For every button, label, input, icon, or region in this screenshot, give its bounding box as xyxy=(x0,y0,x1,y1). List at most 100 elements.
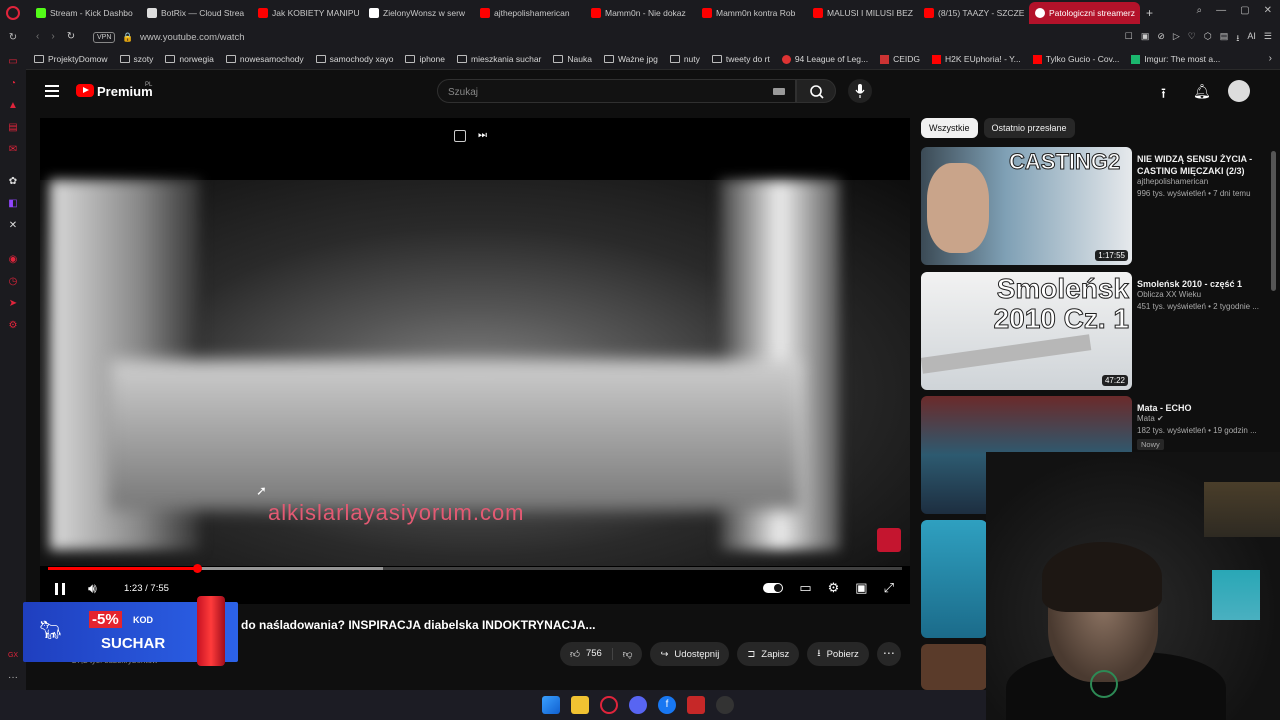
theater-mode-icon[interactable]: ▣ xyxy=(855,580,867,596)
file-explorer-icon[interactable] xyxy=(571,696,589,714)
bookmark-item[interactable]: CEIDG xyxy=(880,54,920,64)
bookmark-icon[interactable]: ☐ xyxy=(1125,31,1133,47)
bookmark-item[interactable]: nuty xyxy=(669,54,700,64)
browser-tab[interactable]: Mamm0n kontra Rob xyxy=(696,2,807,24)
facebook-icon[interactable]: f xyxy=(658,696,676,714)
bookmark-item[interactable]: Imgur: The most a... xyxy=(1131,54,1220,64)
fullscreen-icon[interactable]: ⤢ xyxy=(884,580,894,596)
download-button[interactable]: ⭳ Pobierz xyxy=(807,642,869,666)
recommendation-thumbnail[interactable] xyxy=(921,644,987,690)
recommendation-title[interactable]: Mata - ECHO xyxy=(1137,402,1262,414)
voice-search-button[interactable] xyxy=(848,79,872,103)
avatar[interactable] xyxy=(1228,80,1250,102)
twitch-icon[interactable]: ◧ xyxy=(7,198,19,210)
mail-icon[interactable]: ✉ xyxy=(7,144,19,156)
ai-button[interactable]: AI xyxy=(1247,31,1256,47)
bag-icon[interactable]: ▲ xyxy=(7,100,19,112)
discord-icon[interactable] xyxy=(629,696,647,714)
minimize-icon[interactable]: — xyxy=(1216,5,1226,16)
heart-icon[interactable]: ♡ xyxy=(1188,31,1196,47)
opera-gx-icon[interactable] xyxy=(600,696,618,714)
recommendation-thumbnail[interactable]: Smoleńsk 2010 Cz. 1 47:22 xyxy=(921,272,1132,390)
browser-tab[interactable]: ajthepolishamerican xyxy=(474,2,585,24)
autoplay-toggle[interactable] xyxy=(763,583,784,593)
bookmark-item[interactable]: 94 League of Leg... xyxy=(781,54,868,64)
maximize-icon[interactable]: ▢ xyxy=(1240,5,1249,16)
obs-icon[interactable] xyxy=(716,696,734,714)
more-actions-icon[interactable]: ⋯ xyxy=(876,642,901,666)
adblock-icon[interactable]: ⊘ xyxy=(1157,31,1165,47)
keyboard-icon[interactable] xyxy=(773,88,785,95)
browser-tab-active[interactable]: Patologiczni streamerz xyxy=(1029,2,1140,24)
bookmark-item[interactable]: norwegia xyxy=(165,54,214,64)
search-input[interactable] xyxy=(448,84,748,100)
chatgpt-icon[interactable]: ✿ xyxy=(7,176,19,188)
volume-icon[interactable]: 🔊︎ xyxy=(88,580,97,597)
download-icon[interactable]: ⭳ xyxy=(1236,31,1239,47)
pinboard-icon[interactable]: ◉ xyxy=(7,254,19,266)
recommendation-channel[interactable]: Oblicza XX Wieku xyxy=(1137,290,1201,299)
bookmark-item[interactable]: nowesamochody xyxy=(225,54,304,64)
gx-icon[interactable]: GX xyxy=(7,650,19,662)
menu-icon[interactable]: ☰ xyxy=(1264,31,1272,47)
browser-tab[interactable]: ZielonyWonsz w serw xyxy=(363,2,474,24)
miniplayer-icon[interactable] xyxy=(454,130,466,142)
opera-logo-icon[interactable] xyxy=(6,6,20,20)
subtitles-icon[interactable]: ▭ xyxy=(799,580,811,596)
more-icon[interactable]: ··· xyxy=(7,672,19,684)
snapshot-icon[interactable]: ▣ xyxy=(1141,31,1150,47)
browser-tab[interactable]: Mamm0n - Nie dokaz xyxy=(585,2,696,24)
history-icon[interactable]: ◔ xyxy=(7,78,19,90)
bookmark-item[interactable]: szoty xyxy=(119,54,153,64)
x-icon[interactable]: ✕ xyxy=(7,220,19,232)
messenger-icon[interactable]: ▭ xyxy=(7,56,19,68)
reload-icon[interactable]: ↻ xyxy=(67,31,75,42)
shield-icon[interactable] xyxy=(687,696,705,714)
recommendation-thumbnail[interactable] xyxy=(921,520,987,638)
recommendation-title[interactable]: Smoleńsk 2010 - część 1 xyxy=(1137,278,1262,290)
share-button[interactable]: ↪ Udostępnij xyxy=(650,642,730,666)
recommendation-title[interactable]: NIE WIDZĄ SENSU ŻYCIA - CASTING MIĘCZAKI… xyxy=(1137,153,1262,177)
video-player[interactable]: alkislarlayasiyorum.com ⏭ 🔊︎ 1:23 / 7:55… xyxy=(40,118,910,604)
bookmark-item[interactable]: Nauka xyxy=(553,54,592,64)
bookmark-item[interactable]: Tylko Gucio - Cov... xyxy=(1032,54,1119,64)
bookmark-item[interactable]: ProjektyDomow xyxy=(34,54,108,64)
send-icon[interactable]: ➤ xyxy=(7,298,19,310)
channel-watermark-icon[interactable] xyxy=(877,528,901,552)
progress-bar[interactable] xyxy=(48,564,902,573)
like-button[interactable]: 👍︎ 756 xyxy=(560,648,613,660)
search-icon[interactable]: ⌕ xyxy=(1197,5,1203,16)
guide-menu-icon[interactable] xyxy=(45,85,59,97)
save-button[interactable]: ⊐ Zapisz xyxy=(737,642,800,666)
chip-recently-uploaded[interactable]: Ostatnio przesłane xyxy=(983,118,1075,138)
vpn-badge[interactable]: VPN xyxy=(93,32,116,43)
browser-tab[interactable]: Jak KOBIETY MANIPU xyxy=(252,2,363,24)
close-icon[interactable]: ✕ xyxy=(1264,5,1272,16)
pause-button[interactable] xyxy=(55,583,65,595)
bookmark-item[interactable]: mieszkania suchar xyxy=(457,54,541,64)
settings-icon[interactable]: ⚙ xyxy=(828,580,840,596)
forward-icon[interactable]: › xyxy=(51,31,54,42)
bookmark-item[interactable]: Ważne jpg xyxy=(603,54,658,64)
clock-icon[interactable]: ◷ xyxy=(7,276,19,288)
browser-tab[interactable]: Stream - Kick Dashbo xyxy=(30,2,141,24)
inbox-icon[interactable]: ▤ xyxy=(7,122,19,134)
dislike-button[interactable]: 👎︎ xyxy=(613,648,643,660)
skip-icon[interactable]: ⏭ xyxy=(478,130,490,142)
upload-icon[interactable]: ⭱ xyxy=(1161,83,1166,107)
recommendation-channel[interactable]: Mata ✔ xyxy=(1137,414,1164,423)
browser-tab[interactable]: BotRix — Cloud Strea xyxy=(141,2,252,24)
bookmark-item[interactable]: samochody xayo xyxy=(315,54,393,64)
search-button[interactable] xyxy=(796,79,836,103)
browser-tab[interactable]: MALUSI I MILUSI BEZ xyxy=(807,2,918,24)
recommendation-channel[interactable]: ajthepolishamerican xyxy=(1137,177,1208,186)
extensions-icon[interactable]: ⬡ xyxy=(1204,31,1212,47)
play-icon[interactable]: ▷ xyxy=(1173,31,1180,47)
youtube-logo-icon[interactable] xyxy=(76,84,94,97)
wallet-icon[interactable]: ▤ xyxy=(1220,31,1229,47)
back-icon[interactable]: ‹ xyxy=(36,31,39,42)
browser-tab[interactable]: (8/15) TAAZY - SZCZE xyxy=(918,2,1029,24)
windows-start-icon[interactable] xyxy=(542,696,560,714)
bookmark-item[interactable]: tweety do rt xyxy=(711,54,770,64)
scrubber-handle[interactable] xyxy=(193,564,203,573)
